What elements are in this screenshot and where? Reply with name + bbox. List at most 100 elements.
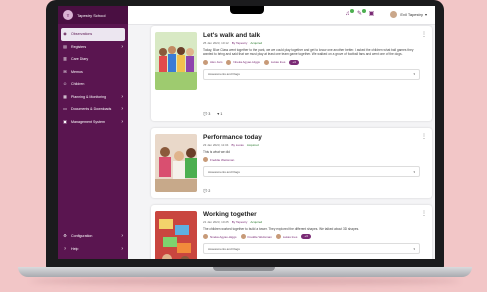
observation-title: Working together xyxy=(203,211,257,218)
sidebar-item-label: Children xyxy=(71,82,85,87)
child-tag[interactable]: Lukas Ines xyxy=(275,234,297,240)
chevron-down-icon: ▾ xyxy=(413,72,415,77)
comments-button[interactable]: 💬 2 xyxy=(203,189,210,193)
assessments-dropdown[interactable]: Assessments and Flags ▾ xyxy=(203,166,420,178)
observation-photo[interactable] xyxy=(155,134,197,192)
child-tag[interactable]: Lukas Ines xyxy=(263,59,286,65)
help-icon: ? xyxy=(63,245,67,251)
notification-badge xyxy=(350,9,354,13)
messages-icon[interactable]: ▣ xyxy=(368,11,375,18)
sidebar-item-label: Memos xyxy=(71,69,83,74)
child-name: Freddie Weitsman xyxy=(210,157,235,162)
observation-card[interactable]: Working together 21 Jan 2023, 10:25 By T… xyxy=(151,205,432,259)
observation-meta: 25 Jan 2023, 10:12 By Tapestry Acquired xyxy=(203,41,420,45)
child-name: Nneka Agyao-Higgs xyxy=(210,234,237,239)
chevron-right-icon: › xyxy=(121,43,123,50)
child-tags: Alex Jam Nneka Agyao-Higgs Lukas Ines +4 xyxy=(203,59,420,65)
sidebar-item-help[interactable]: ? Help › xyxy=(58,243,128,256)
sidebar-item-memos[interactable]: ✉ Memos xyxy=(58,66,128,79)
child-name: Nneka Agyao-Higgs xyxy=(233,60,260,65)
observation-description: This is what we did xyxy=(203,150,230,154)
gear-icon: ⚙ xyxy=(63,233,67,239)
more-children-pill[interactable]: +3 xyxy=(301,234,311,240)
sidebar-item-label: Observations xyxy=(71,32,93,37)
child-tag[interactable]: Alex Jam xyxy=(203,59,222,65)
more-options-icon[interactable]: ⋮ xyxy=(421,31,427,38)
laptop-shadow xyxy=(30,277,460,285)
camera-notch xyxy=(229,6,264,14)
more-options-icon[interactable]: ⋮ xyxy=(421,210,427,217)
sidebar-item-label: Documents & Downloads xyxy=(71,107,112,112)
chevron-right-icon: › xyxy=(121,118,123,125)
avatar xyxy=(263,59,269,65)
sidebar-item-management[interactable]: ▣ Management System › xyxy=(58,116,128,129)
management-icon: ▣ xyxy=(63,118,67,124)
avatar xyxy=(226,59,232,65)
tasks-icon[interactable]: ✎ xyxy=(356,9,366,18)
comments-button[interactable]: 💬 3 xyxy=(203,112,210,116)
sidebar-item-configuration[interactable]: ⚙ Configuration › xyxy=(58,230,128,243)
child-tags: Freddie Weitsman xyxy=(203,157,420,163)
observation-title: Let's walk and talk xyxy=(203,32,261,39)
card-footer: 💬 2 xyxy=(203,189,210,193)
child-tags: Nneka Agyao-Higgs Freddie Weitsman Lukas… xyxy=(203,234,420,240)
observation-meta: 21 Jan 2023, 10:25 By Tapestry Acquired xyxy=(203,220,420,224)
status-badge: Acquired xyxy=(250,41,263,45)
blocks-photo-icon xyxy=(155,211,197,259)
avatar xyxy=(390,11,398,18)
child-name: Freddie Weitsman xyxy=(247,234,272,239)
observation-photo[interactable] xyxy=(155,32,197,90)
sidebar: T Tapestry School ◉ Observations ▤ Regis… xyxy=(58,6,128,259)
observation-author: By Tapestry xyxy=(231,41,248,45)
brand[interactable]: T Tapestry School xyxy=(58,6,128,24)
assessments-dropdown[interactable]: Assessments and Flags ▾ xyxy=(203,243,420,255)
sidebar-item-care-diary[interactable]: ▥ Care Diary xyxy=(58,53,128,66)
observation-card[interactable]: Performance today 23 Jan 2023, 11:04 By … xyxy=(151,128,432,198)
notifications-icon[interactable]: ♫ xyxy=(344,9,354,18)
observation-title: Performance today xyxy=(203,134,262,141)
observation-date: 21 Jan 2023, 10:25 xyxy=(203,220,229,224)
card-footer: 💬 3 ♥ 1 xyxy=(203,112,222,116)
sidebar-item-planning[interactable]: ▦ Planning & Monitoring › xyxy=(58,91,128,104)
memo-icon: ✉ xyxy=(63,68,67,74)
child-tag[interactable]: Freddie Weitsman xyxy=(203,157,235,163)
performance-photo-icon xyxy=(155,134,197,192)
sidebar-item-observations[interactable]: ◉ Observations xyxy=(61,28,125,41)
chevron-down-icon: ▾ xyxy=(413,169,415,174)
observation-description: The children worked together to build a … xyxy=(203,227,360,231)
user-menu[interactable]: Evil Tapestry ▾ xyxy=(390,11,427,18)
comment-count: 2 xyxy=(208,189,211,193)
observation-author: By Lucas xyxy=(231,143,244,147)
like-button[interactable]: ♥ 1 xyxy=(217,112,222,116)
child-tag[interactable]: Freddie Weitsman xyxy=(240,234,272,240)
observation-date: 23 Jan 2023, 11:04 xyxy=(203,143,229,147)
sidebar-item-label: Help xyxy=(71,246,79,251)
observation-photo[interactable] xyxy=(155,211,197,259)
child-tag[interactable]: Nneka Agyao-Higgs xyxy=(203,234,237,240)
eye-icon: ◉ xyxy=(63,31,67,37)
top-icons: ♫ ✎ ▣ xyxy=(344,9,375,18)
status-badge: Acquired xyxy=(250,220,263,224)
sidebar-item-registers[interactable]: ▤ Registers › xyxy=(58,41,128,54)
observation-description: Today, Blue Class went together to the p… xyxy=(203,48,414,57)
sidebar-item-label: Management System xyxy=(71,119,105,124)
chevron-right-icon: › xyxy=(121,106,123,113)
more-options-icon[interactable]: ⋮ xyxy=(421,133,427,140)
child-tag[interactable]: Nneka Agyao-Higgs xyxy=(226,59,260,65)
children-icon: ☺ xyxy=(63,81,68,87)
sidebar-item-label: Registers xyxy=(71,44,87,49)
user-name: Evil Tapestry xyxy=(400,12,423,17)
assessments-dropdown[interactable]: Assessments and Flags ▾ xyxy=(203,68,420,80)
child-name: Lukas Ines xyxy=(270,60,286,65)
observation-card[interactable]: Let's walk and talk 25 Jan 2023, 10:12 B… xyxy=(151,26,432,121)
observation-content: Performance today 23 Jan 2023, 11:04 By … xyxy=(203,134,420,178)
observation-feed: Let's walk and talk 25 Jan 2023, 10:12 B… xyxy=(151,26,432,259)
observation-date: 25 Jan 2023, 10:12 xyxy=(203,41,229,45)
more-children-pill[interactable]: +4 xyxy=(289,59,299,65)
sidebar-item-children[interactable]: ☺ Children xyxy=(58,78,128,91)
sidebar-item-documents[interactable]: ▭ Documents & Downloads › xyxy=(58,103,128,116)
chevron-right-icon: › xyxy=(121,93,123,100)
assessments-label: Assessments and Flags xyxy=(208,169,240,174)
assessments-label: Assessments and Flags xyxy=(208,72,240,77)
chevron-down-icon: ▾ xyxy=(424,12,427,17)
